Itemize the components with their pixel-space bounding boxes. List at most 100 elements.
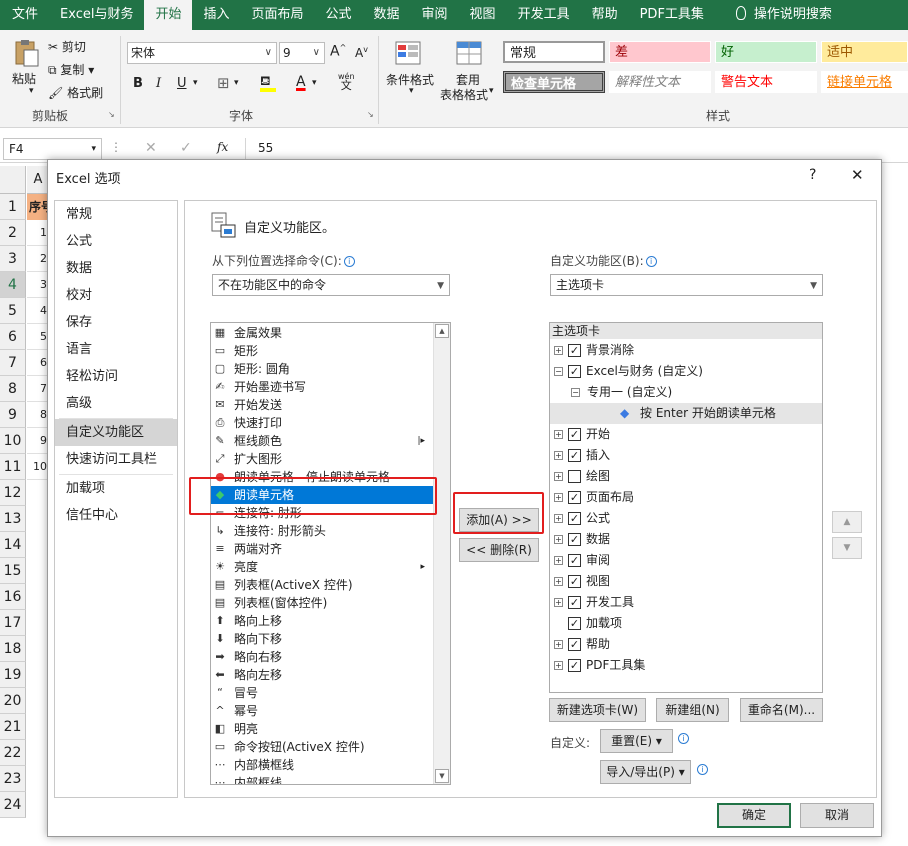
expand-toggle-icon[interactable]: + xyxy=(554,535,563,544)
checkbox[interactable]: ✓ xyxy=(568,659,581,672)
command-item[interactable]: ⬇ 略向下移 xyxy=(211,630,433,648)
command-item[interactable]: “ 冒号 xyxy=(211,684,433,702)
expand-toggle-icon[interactable]: + xyxy=(554,556,563,565)
confirm-formula-icon[interactable]: ✓ xyxy=(180,140,192,156)
shrink-font-button[interactable]: Av xyxy=(355,45,368,60)
cell-value[interactable]: 9 xyxy=(27,428,49,454)
grow-font-button[interactable]: A^ xyxy=(330,43,346,60)
expand-toggle-icon[interactable]: − xyxy=(554,367,563,376)
tree-item[interactable]: + ✓ 审阅 xyxy=(550,550,822,571)
checkbox[interactable]: ✓ xyxy=(568,449,581,462)
checkbox[interactable]: ✓ xyxy=(568,596,581,609)
checkbox[interactable]: ✓ xyxy=(568,512,581,525)
row-header[interactable]: 9 xyxy=(0,402,26,428)
expand-toggle-icon[interactable]: + xyxy=(554,661,563,670)
cell-value[interactable]: 5 xyxy=(27,324,49,350)
row-header[interactable]: 20 xyxy=(0,688,26,714)
nav-item-7[interactable]: 高级 xyxy=(55,390,177,417)
tree-item[interactable]: + ✓ 页面布局 xyxy=(550,487,822,508)
row-header[interactable]: 15 xyxy=(0,558,26,584)
row-header[interactable]: 5 xyxy=(0,298,26,324)
select-all-corner[interactable] xyxy=(0,166,26,194)
cell-style-6[interactable]: 警告文本 xyxy=(715,71,817,93)
underline-dropdown-icon[interactable]: ▾ xyxy=(193,78,198,88)
row-header[interactable]: 16 xyxy=(0,584,26,610)
nav-item-0[interactable]: 常规 xyxy=(55,201,177,228)
table-format-button[interactable]: 表格格式 xyxy=(440,86,488,103)
expand-toggle-icon[interactable]: + xyxy=(554,493,563,502)
choose-commands-dropdown[interactable]: 不在功能区中的命令 ▼ xyxy=(212,274,450,296)
checkbox[interactable]: ✓ xyxy=(568,575,581,588)
cancel-formula-icon[interactable]: ✕ xyxy=(145,140,157,156)
cell-value[interactable]: 7 xyxy=(27,376,49,402)
cell-value[interactable]: 3 xyxy=(27,272,49,298)
cancel-button[interactable]: 取消 xyxy=(800,803,874,828)
reset-button[interactable]: 重置(E) ▾ xyxy=(600,729,673,753)
tree-item[interactable]: + ✓ 开始 xyxy=(550,424,822,445)
tab-7[interactable]: 审阅 xyxy=(411,0,459,30)
italic-button[interactable]: I xyxy=(156,76,161,91)
expand-toggle-icon[interactable]: + xyxy=(554,451,563,460)
tree-item[interactable]: + ✓ 数据 xyxy=(550,529,822,550)
row-header[interactable]: 12 xyxy=(0,480,26,506)
command-item[interactable]: ⋯ 内部框线 xyxy=(211,774,433,784)
nav-item-9[interactable]: 快速访问工具栏 xyxy=(55,446,177,473)
phonetic-guide-icon[interactable]: wén 文 xyxy=(338,72,355,91)
command-item[interactable]: ☀ 亮度 ▸ xyxy=(211,558,433,576)
row-header[interactable]: 7 xyxy=(0,350,26,376)
nav-item-4[interactable]: 保存 xyxy=(55,309,177,336)
row-header[interactable]: 4 xyxy=(0,272,26,298)
font-name-combo[interactable]: 宋体 ∨ xyxy=(127,42,277,64)
command-item[interactable]: ▭ 矩形 xyxy=(211,342,433,360)
row-header[interactable]: 21 xyxy=(0,714,26,740)
tab-2[interactable]: 开始 xyxy=(144,0,193,30)
command-item[interactable]: ^ 幂号 xyxy=(211,702,433,720)
command-item[interactable]: ▦ 金属效果 xyxy=(211,324,433,342)
paste-icon[interactable] xyxy=(12,38,40,68)
paste-dropdown-icon[interactable]: ▾ xyxy=(29,86,34,96)
checkbox[interactable]: ✓ xyxy=(568,428,581,441)
command-item[interactable]: ▭ 命令按钮(ActiveX 控件) xyxy=(211,738,433,756)
nav-item-3[interactable]: 校对 xyxy=(55,282,177,309)
command-item[interactable]: ✎ 框线颜色 |▸ xyxy=(211,432,433,450)
expand-toggle-icon[interactable]: + xyxy=(554,640,563,649)
ribbon-tabs-tree[interactable]: 主选项卡 + ✓ 背景消除 − ✓ Excel与财务 (自定义) − 专用一 (自定义) ◆ 按 … xyxy=(549,322,823,693)
tree-item[interactable]: + 绘图 xyxy=(550,466,822,487)
command-item[interactable]: ⬆ 略向上移 xyxy=(211,612,433,630)
command-item[interactable]: ✉ 开始发送 xyxy=(211,396,433,414)
insert-function-icon[interactable]: fx xyxy=(217,140,228,154)
tab-10[interactable]: 帮助 xyxy=(581,0,629,30)
row-header[interactable]: 17 xyxy=(0,610,26,636)
paste-button[interactable]: 粘贴 xyxy=(12,70,36,87)
commands-list[interactable]: ▦ 金属效果 ▭ 矩形 ▢ 矩形: 圆角 ✍ 开始墨迹书写 ✉ 开始发送 ⎙ 快速打印 ✎ 框线颜色 |▸ ⤢… xyxy=(210,322,451,785)
nav-item-8[interactable]: 自定义功能区 xyxy=(55,419,177,446)
command-item[interactable]: ≡ 两端对齐 xyxy=(211,540,433,558)
command-item[interactable]: ⋯ 内部横框线 xyxy=(211,756,433,774)
tree-item[interactable]: + ✓ 公式 xyxy=(550,508,822,529)
command-item[interactable]: ↳ 连接符: 肘形箭头 xyxy=(211,522,433,540)
cell-style-4[interactable]: 检查单元格 xyxy=(503,71,605,93)
borders-icon[interactable]: ⊞ xyxy=(217,74,230,92)
checkbox[interactable]: ✓ xyxy=(568,365,581,378)
expand-toggle-icon[interactable]: − xyxy=(571,388,580,397)
cell-value[interactable]: 10 xyxy=(27,454,49,480)
font-size-combo[interactable]: 9 ∨ xyxy=(279,42,325,64)
column-header-a[interactable]: A xyxy=(27,166,49,194)
nav-item-2[interactable]: 数据 xyxy=(55,255,177,282)
row-header[interactable]: 1 xyxy=(0,194,26,220)
header-cell[interactable]: 序号 xyxy=(27,194,49,220)
tree-item[interactable]: + ✓ PDF工具集 xyxy=(550,655,822,676)
nav-item-5[interactable]: 语言 xyxy=(55,336,177,363)
cell-value[interactable]: 8 xyxy=(27,402,49,428)
tab-5[interactable]: 公式 xyxy=(315,0,363,30)
dialog-launcher-icon[interactable]: ↘ xyxy=(108,110,115,119)
nav-item-1[interactable]: 公式 xyxy=(55,228,177,255)
cell-value[interactable]: 4 xyxy=(27,298,49,324)
row-header[interactable]: 14 xyxy=(0,532,26,558)
checkbox[interactable]: ✓ xyxy=(568,617,581,630)
tab-8[interactable]: 视图 xyxy=(459,0,507,30)
tree-item[interactable]: + ✓ 帮助 xyxy=(550,634,822,655)
cell-value[interactable]: 6 xyxy=(27,350,49,376)
copy-button[interactable]: ⧉ 复制 ▾ xyxy=(48,61,94,78)
row-header[interactable]: 23 xyxy=(0,766,26,792)
